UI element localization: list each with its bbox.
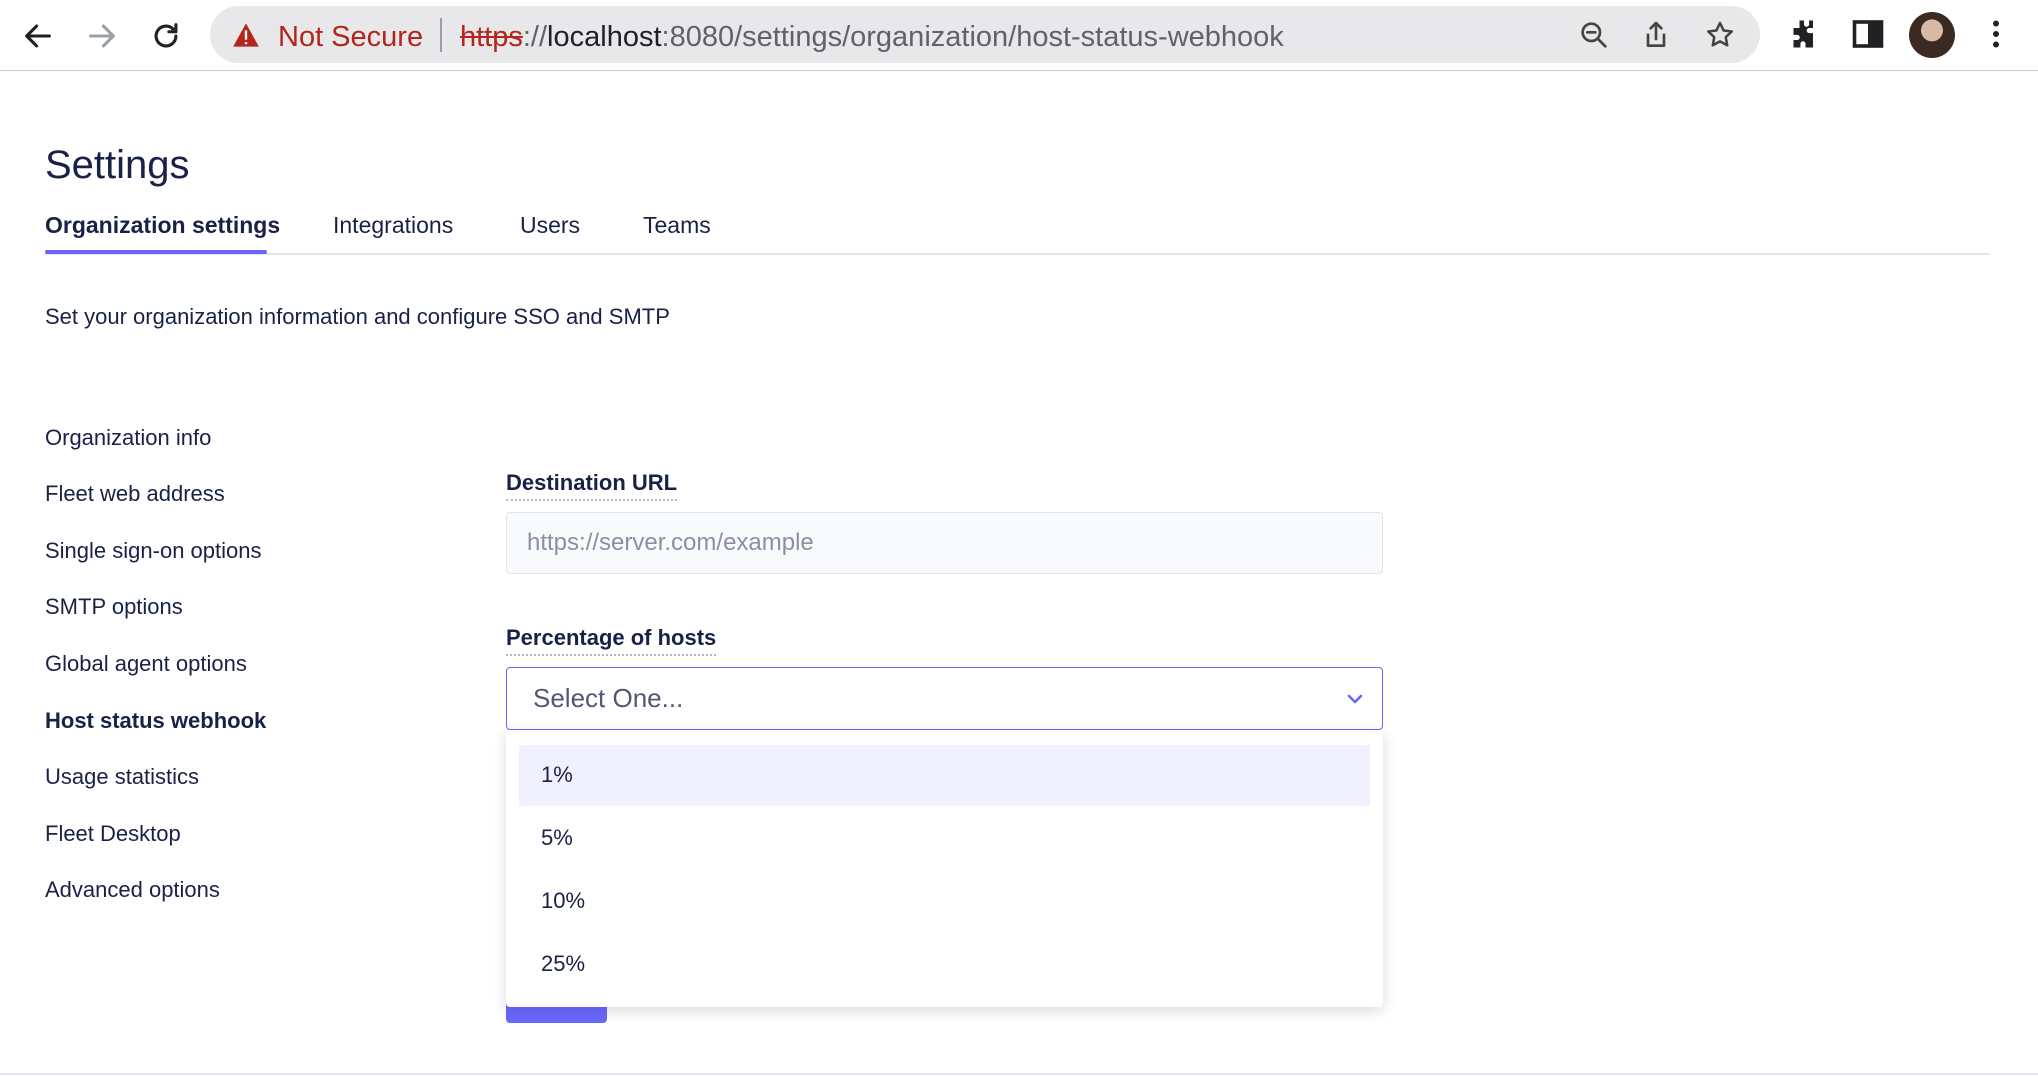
extensions-icon[interactable] <box>1786 16 1822 52</box>
destination-url-label: Destination URL <box>506 470 678 501</box>
sidebar-item-single-sign-on[interactable]: Single sign-on options <box>45 538 261 564</box>
back-icon[interactable] <box>12 10 64 62</box>
menu-icon[interactable] <box>1978 16 2014 52</box>
tab-integrations[interactable]: Integrations <box>333 212 453 239</box>
sidebar-item-fleet-desktop[interactable]: Fleet Desktop <box>45 821 181 847</box>
option-1-percent[interactable]: 1% <box>519 745 1370 806</box>
tab-teams[interactable]: Teams <box>643 212 711 239</box>
tab-organization-settings[interactable]: Organization settings <box>45 212 280 239</box>
option-5-percent[interactable]: 5% <box>519 808 1370 869</box>
percentage-of-hosts-select[interactable]: Select One... <box>506 667 1383 730</box>
sidebar-item-advanced-options[interactable]: Advanced options <box>45 877 220 903</box>
share-icon[interactable] <box>1640 19 1672 51</box>
divider <box>0 1073 2038 1075</box>
side-panel-icon[interactable] <box>1850 16 1886 52</box>
active-tab-indicator <box>45 250 267 254</box>
option-25-percent[interactable]: 25% <box>519 934 1370 995</box>
warning-icon <box>233 23 259 47</box>
tab-bar: Organization settings Integrations Users… <box>45 212 1990 255</box>
sidebar-item-host-status-webhook[interactable]: Host status webhook <box>45 708 266 734</box>
zoom-out-icon[interactable] <box>1578 19 1610 51</box>
sidebar-item-usage-statistics[interactable]: Usage statistics <box>45 764 199 790</box>
sidebar-item-organization-info[interactable]: Organization info <box>45 425 211 451</box>
sidebar-item-global-agent-options[interactable]: Global agent options <box>45 651 247 677</box>
address-bar[interactable]: Not Secure https://localhost:8080/settin… <box>210 6 1760 63</box>
percentage-of-hosts-label: Percentage of hosts <box>506 625 717 656</box>
avatar[interactable] <box>1909 12 1955 58</box>
security-label[interactable]: Not Secure <box>278 21 423 54</box>
sidebar-item-smtp-options[interactable]: SMTP options <box>45 594 183 620</box>
browser-toolbar: Not Secure https://localhost:8080/settin… <box>0 0 2038 71</box>
chevron-down-icon <box>1347 694 1363 704</box>
divider <box>440 18 442 52</box>
page-title: Settings <box>45 143 190 187</box>
reload-icon[interactable] <box>140 10 192 62</box>
percentage-options-menu: 1% 5% 10% 25% <box>506 730 1383 1007</box>
destination-url-input[interactable] <box>506 512 1383 574</box>
page-description: Set your organization information and co… <box>45 304 670 329</box>
forward-icon[interactable] <box>76 10 128 62</box>
star-icon[interactable] <box>1704 19 1736 51</box>
sidebar-item-fleet-web-address[interactable]: Fleet web address <box>45 481 225 507</box>
select-value: Select One... <box>533 683 684 713</box>
tab-users[interactable]: Users <box>520 212 580 239</box>
url-text[interactable]: https://localhost:8080/settings/organiza… <box>460 21 1284 54</box>
option-10-percent[interactable]: 10% <box>519 871 1370 932</box>
